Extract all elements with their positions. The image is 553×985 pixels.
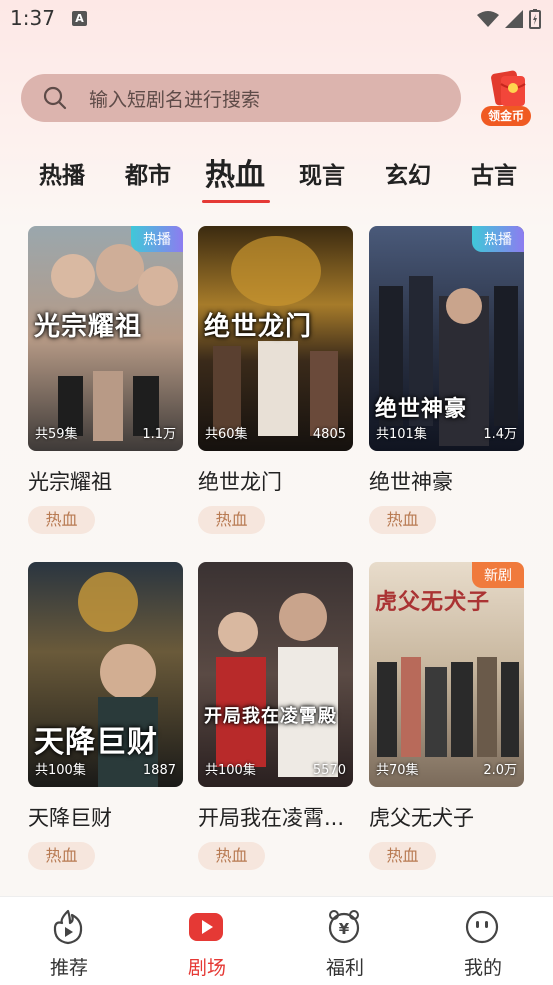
tab-fantasy[interactable]: 玄幻 [385,156,431,190]
coin-label: 领金币 [481,106,531,126]
status-time: 1:37 [10,6,55,30]
poster-title: 绝世龙门 [204,312,313,342]
nav-label: 剧场 [187,957,226,979]
episode-count: 共70集 [376,763,419,778]
tab-urban[interactable]: 都市 [125,156,171,190]
poster-image[interactable]: 天降巨财 共100集 1887 [28,562,183,787]
wifi-icon [477,11,499,27]
tab-romance[interactable]: 现言 [299,156,345,190]
hot-badge: 热播 [472,226,524,252]
poster-title: 虎父无犬子 [375,589,491,615]
smiley-icon [465,910,499,944]
search-icon [43,86,67,110]
tab-hot[interactable]: 热播 [39,156,85,190]
notification-icon: A [72,11,87,26]
poster-image[interactable]: 光宗耀祖 热播 共59集 1.1万 [28,226,183,451]
poster-image[interactable]: 开局我在凌霄殿 共100集 5570 [198,562,353,787]
drama-card[interactable]: 虎父无犬子 新剧 共70集 2.0万 虎父无犬子 热血 [369,562,524,882]
poster-title: 天降巨财 [34,725,158,760]
drama-card[interactable]: 绝世神豪 热播 共101集 1.4万 绝世神豪 热血 [369,226,524,546]
poster-image[interactable]: 绝世龙门 共60集 4805 [198,226,353,451]
nav-label: 福利 [325,957,364,979]
drama-card[interactable]: 绝世龙门 共60集 4805 绝世龙门 热血 [198,226,353,546]
poster-title: 开局我在凌霄殿 [204,706,337,727]
poster-title: 光宗耀祖 [34,312,143,342]
drama-title[interactable]: 绝世神豪 [369,466,453,496]
genre-tag[interactable]: 热血 [369,506,436,534]
hot-badge: 热播 [131,226,183,252]
genre-tag[interactable]: 热血 [198,842,265,870]
category-tabs: 热播 都市 热血 现言 玄幻 古言 [0,148,553,208]
status-bar: 1:37 A [0,0,553,38]
episode-count: 共100集 [205,763,256,778]
episode-count: 共101集 [376,427,427,442]
episode-count: 共60集 [205,427,248,442]
tab-ancient[interactable]: 古言 [471,156,517,190]
yen-pig-icon: ¥ [328,910,360,944]
new-badge: 新剧 [472,562,524,588]
nav-theater[interactable]: 剧场 [138,897,276,985]
search-placeholder: 输入短剧名进行搜索 [89,89,261,111]
genre-tag[interactable]: 热血 [28,506,95,534]
drama-title[interactable]: 光宗耀祖 [28,466,112,496]
nav-label: 推荐 [49,957,88,979]
drama-card[interactable]: 开局我在凌霄殿 共100集 5570 开局我在凌霄... 热血 [198,562,353,882]
signal-icon [505,10,523,28]
view-count: 4805 [312,427,346,442]
episode-count: 共100集 [35,763,86,778]
nav-recommend[interactable]: 推荐 [0,897,138,985]
nav-welfare[interactable]: ¥ 福利 [276,897,414,985]
bottom-nav: 推荐 剧场 ¥ 福利 我的 [0,896,553,985]
view-count: 2.0万 [483,763,517,778]
genre-tag[interactable]: 热血 [28,842,95,870]
drama-title[interactable]: 开局我在凌霄... [198,802,344,832]
view-count: 1.1万 [142,427,176,442]
drama-title[interactable]: 天降巨财 [28,802,112,832]
tab-action[interactable]: 热血 [205,150,265,194]
poster-image[interactable]: 绝世神豪 热播 共101集 1.4万 [369,226,524,451]
view-count: 1.4万 [483,427,517,442]
poster-image[interactable]: 虎父无犬子 新剧 共70集 2.0万 [369,562,524,787]
genre-tag[interactable]: 热血 [198,506,265,534]
drama-card[interactable]: 光宗耀祖 热播 共59集 1.1万 光宗耀祖 热血 [28,226,183,546]
nav-mine[interactable]: 我的 [414,897,552,985]
play-icon [189,913,223,941]
active-tab-indicator [202,200,270,203]
collect-coins-button[interactable]: 领金币 [479,70,535,128]
system-icons [477,9,541,29]
battery-icon [529,9,541,29]
episode-count: 共59集 [35,427,78,442]
view-count: 1887 [142,763,176,778]
flame-play-icon [53,909,83,945]
drama-card[interactable]: 天降巨财 共100集 1887 天降巨财 热血 [28,562,183,882]
svg-text:¥: ¥ [339,920,350,938]
drama-title[interactable]: 绝世龙门 [198,466,282,496]
poster-title: 绝世神豪 [375,396,468,422]
nav-label: 我的 [463,957,502,979]
view-count: 5570 [312,763,346,778]
genre-tag[interactable]: 热血 [369,842,436,870]
drama-title[interactable]: 虎父无犬子 [369,802,474,832]
search-bar[interactable]: 输入短剧名进行搜索 [21,74,461,122]
